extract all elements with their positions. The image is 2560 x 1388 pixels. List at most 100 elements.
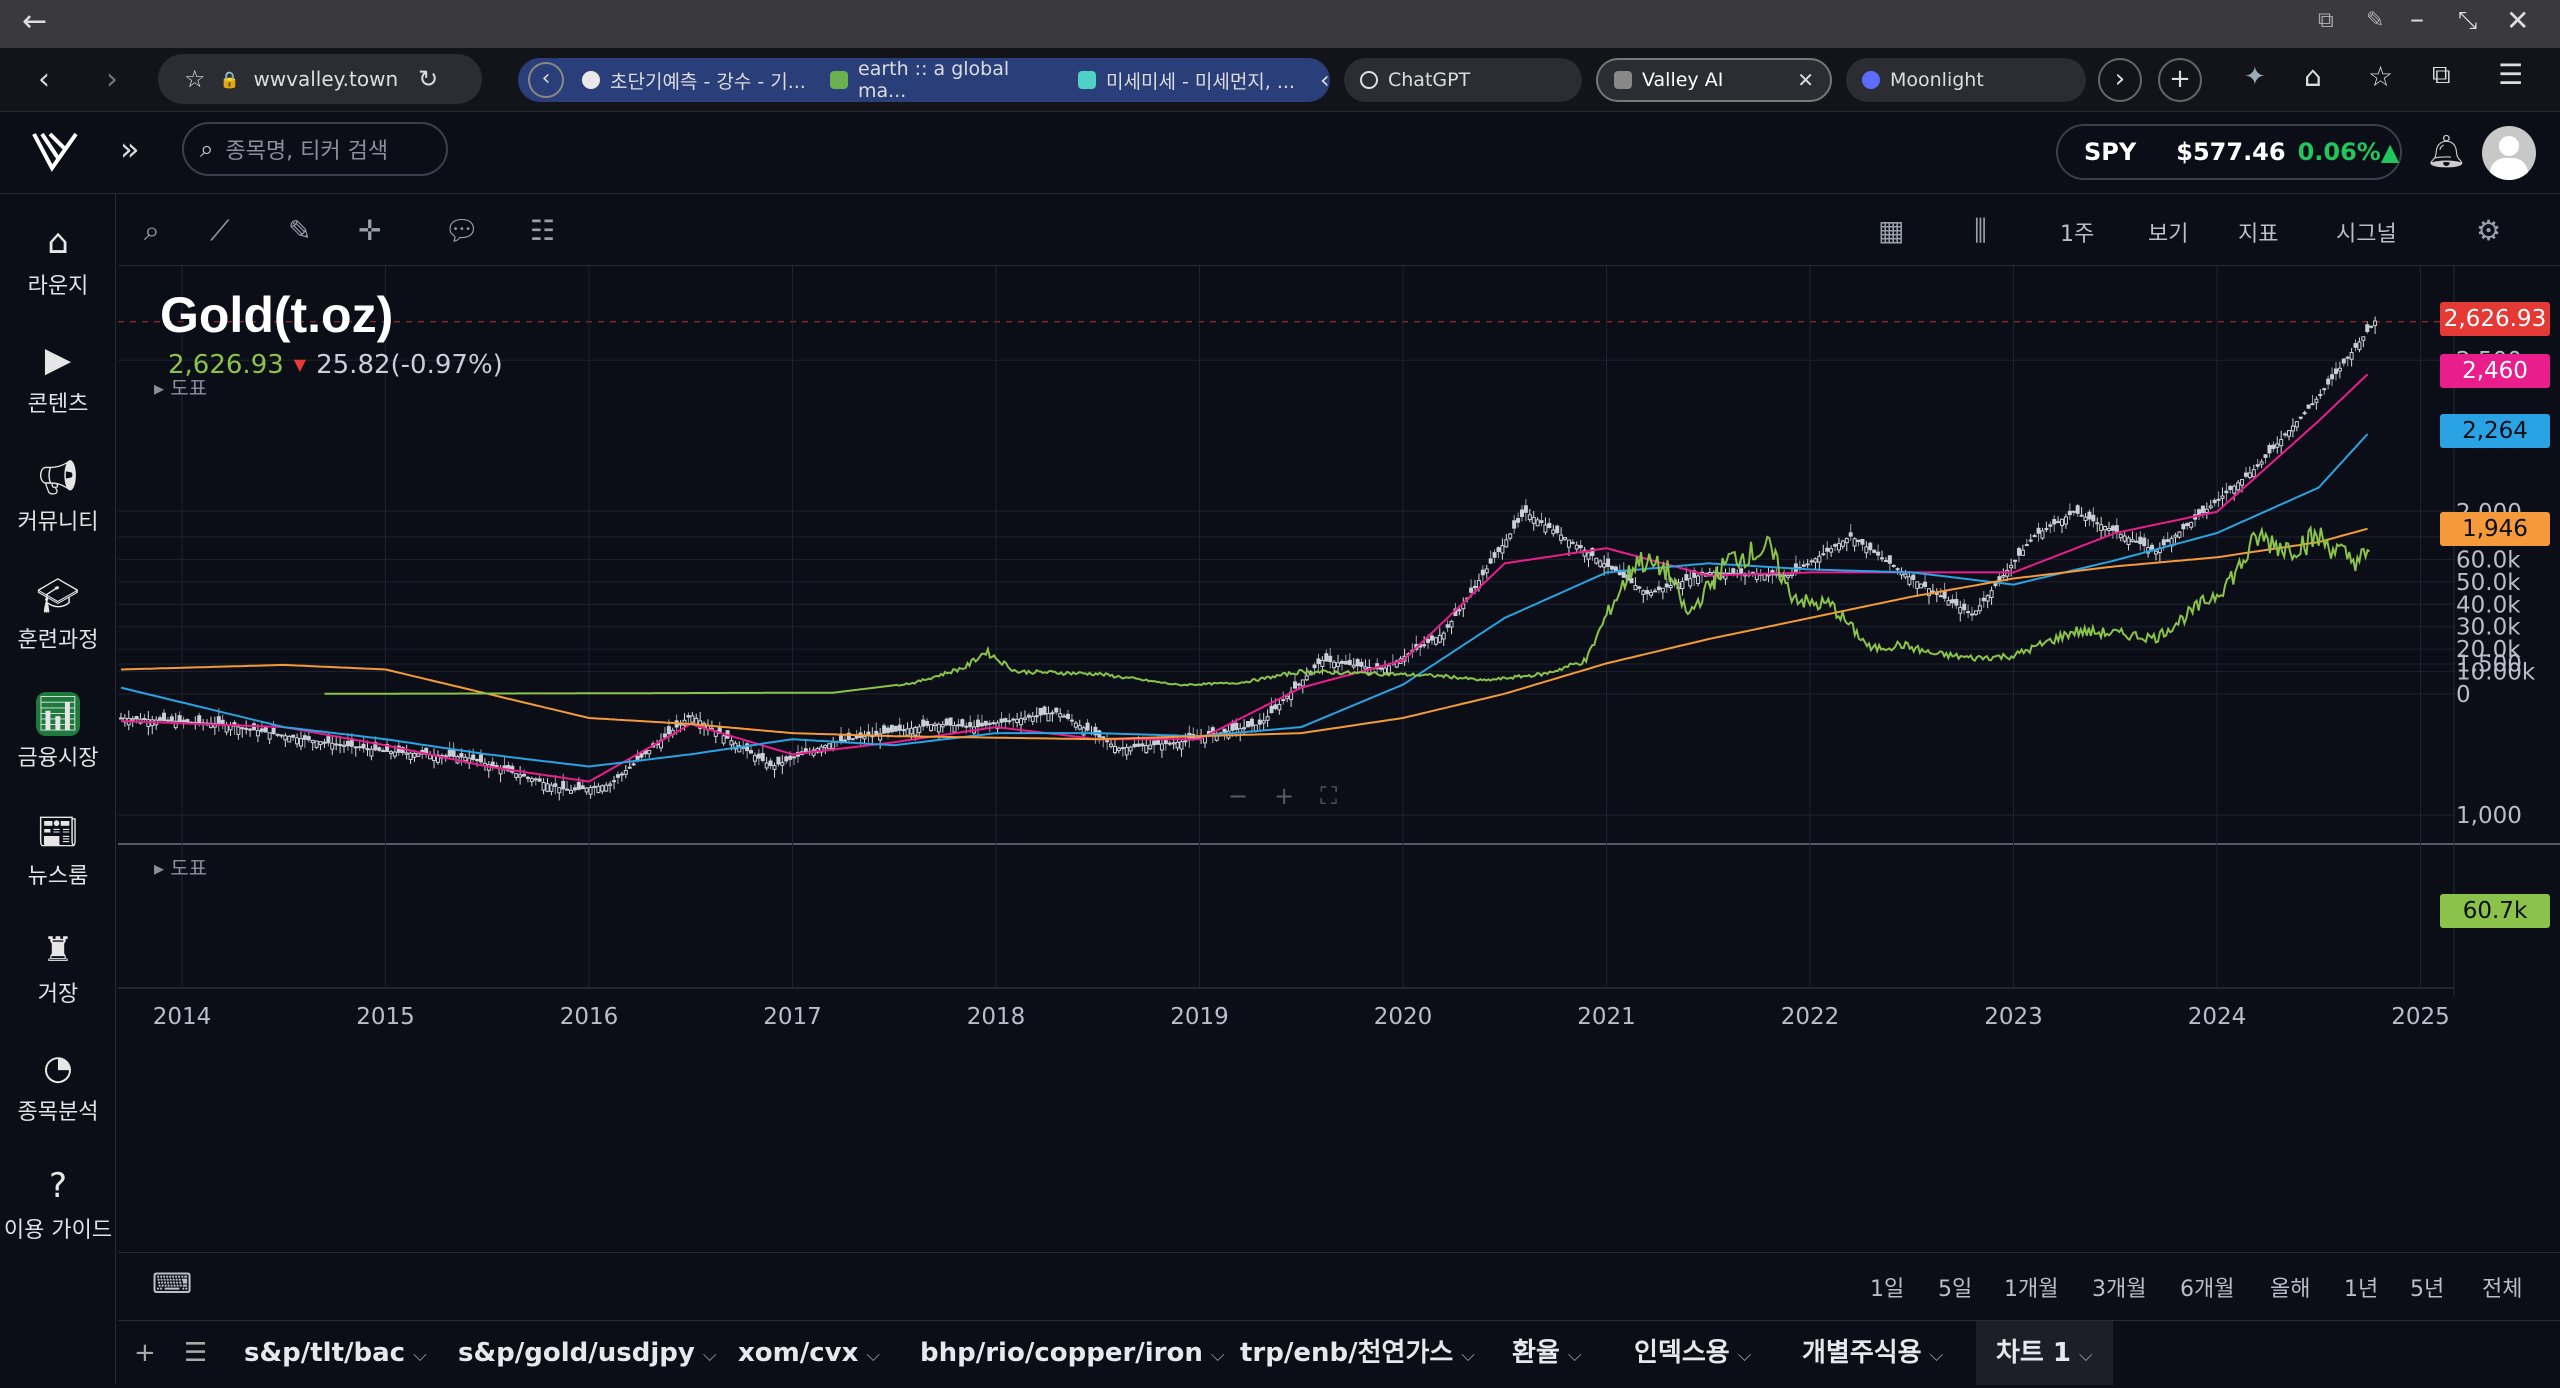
tab-trp-enb-gas[interactable]: trp/enb/천연가스 ⌵ <box>1240 1321 1475 1385</box>
candle-body <box>1261 720 1266 724</box>
trend-line-icon[interactable]: ⟋ <box>210 214 230 248</box>
tab-valley-ai[interactable]: Valley AI ✕ <box>1596 58 1832 102</box>
pencil-icon[interactable]: ✎ <box>288 214 311 247</box>
avatar[interactable] <box>2482 126 2536 180</box>
range-3m[interactable]: 3개월 <box>2092 1271 2146 1303</box>
indicators-select[interactable]: 지표 <box>2238 216 2278 248</box>
fit-icon[interactable]: ⛶ <box>1320 782 1337 810</box>
pin-icon[interactable]: ✎ <box>2366 8 2384 33</box>
url-bar[interactable]: ☆ 🔒 wwvalley.town ↻ <box>158 54 482 104</box>
legend-bottom[interactable]: ▸ 도표 <box>154 852 207 881</box>
reload-icon[interactable]: ↻ <box>418 65 438 93</box>
tab-dust[interactable]: 미세미세 - 미세먼지, ... <box>1072 58 1308 102</box>
search-input[interactable]: 종목명, 티커 검색 <box>225 133 388 165</box>
leaf-favicon-icon <box>830 71 848 89</box>
tab-fx[interactable]: 환율 ⌵ <box>1512 1321 1582 1385</box>
chevron-left-icon[interactable]: ‹ <box>1320 66 1330 94</box>
tab-sp-gold-usdjpy[interactable]: s&p/gold/usdjpy ⌵ <box>458 1321 716 1385</box>
collections-icon[interactable]: ⧉ <box>2432 60 2451 91</box>
bell-icon[interactable]: 🔔︎ <box>2426 132 2467 170</box>
sidebar-item-guide[interactable]: ? 이용 가이드 <box>0 1164 116 1244</box>
interval-select[interactable]: 1주 <box>2060 216 2094 248</box>
candle-body <box>925 720 930 726</box>
zoom-out-icon[interactable]: − <box>1228 782 1248 810</box>
candle-body <box>2275 443 2280 448</box>
zoom-in-icon[interactable]: + <box>1274 782 1294 810</box>
tab-scroll-left-icon[interactable]: ‹ <box>528 62 564 98</box>
candle-body <box>1062 715 1067 718</box>
zoom-search-icon[interactable]: ⌕ <box>144 214 160 248</box>
window-restore-icon[interactable]: ⧉ <box>2318 8 2334 33</box>
tab-chart-1[interactable]: 차트 1 ⌵ <box>1976 1321 2113 1385</box>
candle-body <box>1246 721 1251 728</box>
candle-body <box>1148 744 1153 750</box>
candle-type-icon[interactable]: ⫼ <box>1974 214 1987 248</box>
candle-body <box>1242 727 1247 730</box>
tab-stocks[interactable]: 개별주식용 ⌵ <box>1802 1321 1943 1385</box>
candle-body <box>1762 574 1767 581</box>
tab-bhp-rio-copper-iron[interactable]: bhp/rio/copper/iron ⌵ <box>920 1321 1225 1385</box>
shrink-icon[interactable]: ⤡ <box>2458 6 2477 34</box>
range-1m[interactable]: 1개월 <box>2004 1271 2058 1303</box>
range-5y[interactable]: 5년 <box>2410 1271 2444 1303</box>
candle-body <box>2165 539 2170 543</box>
sidebar-item-community[interactable]: 📢︎ 커뮤니티 <box>0 456 116 536</box>
range-all[interactable]: 전체 <box>2482 1271 2522 1303</box>
crosshair-icon[interactable]: ✛ <box>358 214 381 247</box>
sidebar-item-analysis[interactable]: ◔ 종목분석 <box>0 1046 116 1126</box>
comment-icon[interactable]: 💬︎ <box>444 214 480 247</box>
ticker-widget[interactable]: SPY $577.46 0.06%▲ <box>2056 124 2402 180</box>
search-box[interactable]: ⌕ 종목명, 티커 검색 <box>182 122 448 176</box>
favorites-icon[interactable]: ☆ <box>2368 60 2393 93</box>
tab-xom-cvx[interactable]: xom/cvx ⌵ <box>738 1321 880 1385</box>
sidebar-item-lounge[interactable]: ⌂ 라운지 <box>0 220 116 300</box>
browser-forward-icon[interactable]: › <box>88 48 136 112</box>
close-window-icon[interactable]: ✕ <box>2506 4 2529 37</box>
tab-index[interactable]: 인덱스용 ⌵ <box>1634 1321 1751 1385</box>
settings-gear-icon[interactable]: ⚙ <box>2476 214 2501 247</box>
sidebar-item-masters[interactable]: ♜ 거장 <box>0 928 116 1008</box>
back-arrow-icon[interactable]: ← <box>22 4 47 39</box>
view-select[interactable]: 보기 <box>2148 216 2188 248</box>
tab-scroll-right-icon[interactable]: › <box>2098 58 2142 102</box>
tab-moonlight[interactable]: Moonlight <box>1846 58 2086 102</box>
sidebar-item-training[interactable]: 🎓︎ 훈련과정 <box>0 574 116 654</box>
add-tab-icon[interactable]: + <box>134 1321 156 1385</box>
layout-icon[interactable]: ▦ <box>1878 214 1904 247</box>
tab-weather[interactable]: 초단기예측 - 강수 - 기... <box>576 58 812 102</box>
candle-body <box>1234 722 1239 730</box>
list-icon[interactable]: ☷ <box>530 214 555 247</box>
tab-sp-tlt-bac[interactable]: s&p/tlt/bac ⌵ <box>244 1321 427 1385</box>
chart-toolbar: ⌕ ⟋ ✎ ✛ 💬︎ ☷ ▦ ⫼ 1주 보기 지표 시그널 ⚙ <box>118 194 2560 266</box>
range-ytd[interactable]: 올해 <box>2270 1271 2310 1303</box>
range-1y[interactable]: 1년 <box>2344 1271 2378 1303</box>
keyboard-icon[interactable]: ⌨ <box>152 1267 192 1300</box>
tab-list-icon[interactable]: ☰ <box>184 1321 207 1385</box>
lock-icon: 🔒 <box>219 69 240 89</box>
new-tab-icon[interactable]: + <box>2158 58 2202 102</box>
range-1d[interactable]: 1일 <box>1870 1271 1904 1303</box>
minimize-icon[interactable]: – <box>2410 2 2424 35</box>
range-6m[interactable]: 6개월 <box>2180 1271 2234 1303</box>
browser-back-icon[interactable]: ‹ <box>20 48 68 112</box>
sidebar-item-markets[interactable]: 📊︎ 금융시장 <box>0 692 116 772</box>
range-5d[interactable]: 5일 <box>1938 1271 1972 1303</box>
sidebar-item-newsroom[interactable]: 📰︎ 뉴스룸 <box>0 810 116 890</box>
menu-icon[interactable]: ☰ <box>2498 58 2523 91</box>
sidebar-item-contents[interactable]: ▶ 콘텐츠 <box>0 338 116 418</box>
tab-earth[interactable]: earth :: a global ma... <box>824 58 1060 102</box>
tab-close-icon[interactable]: ✕ <box>1797 68 1814 92</box>
extensions-icon[interactable]: ✦ <box>2244 62 2266 92</box>
candle-body <box>369 748 374 757</box>
signal-select[interactable]: 시그널 <box>2336 216 2397 248</box>
tab-chatgpt[interactable]: ChatGPT <box>1344 58 1582 102</box>
chart-canvas[interactable]: 2014 2015 2016 2017 2018 2019 2020 2021 2022 2023… <box>118 266 2560 1252</box>
candle-body <box>2345 356 2350 359</box>
home-icon-browser[interactable]: ⌂ <box>2304 60 2322 93</box>
star-icon[interactable]: ☆ <box>184 65 206 93</box>
candle-body <box>1304 675 1309 681</box>
valley-logo-icon[interactable] <box>30 128 80 176</box>
legend-top[interactable]: ▸ 도표 <box>154 372 207 401</box>
candle-body <box>1347 659 1352 666</box>
expand-sidebar-icon[interactable]: » <box>120 130 140 168</box>
